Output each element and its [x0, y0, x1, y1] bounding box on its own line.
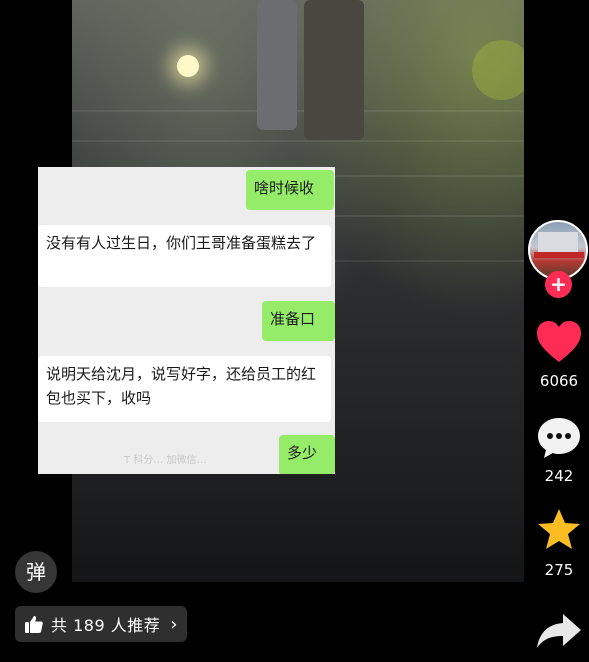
chevron-right-icon: › — [170, 613, 178, 635]
thumbs-up-icon — [25, 616, 43, 633]
watermark: T 科分… 加微信… — [124, 455, 207, 466]
favorite-count: 275 — [544, 561, 574, 579]
like-heart-icon[interactable] — [535, 318, 583, 366]
person-silhouette — [257, 0, 297, 130]
danmu-toggle-button[interactable]: 弹 — [15, 551, 57, 593]
comment-count: 242 — [544, 467, 574, 485]
bushes — [472, 40, 524, 100]
stair-line — [72, 110, 524, 112]
share-arrow-icon[interactable] — [535, 606, 583, 654]
chat-bubble-sent: 准备口 — [262, 301, 335, 341]
follow-button[interactable]: + — [545, 271, 572, 298]
like-count: 6066 — [539, 372, 579, 390]
recommend-label: 共 189 人推荐 — [51, 616, 161, 635]
recommend-button[interactable]: 共 189 人推荐 › — [15, 606, 187, 642]
stair-line — [72, 140, 524, 142]
chat-screenshot: 啥时候收 没有有人过生日，你们王哥准备蛋糕去了 准备口 说明天给沈月，说写好字，… — [38, 167, 335, 474]
chat-bubble-received: 没有有人过生日，你们王哥准备蛋糕去了 — [38, 225, 331, 287]
favorite-star-icon[interactable] — [535, 506, 583, 554]
comment-icon[interactable] — [535, 414, 583, 462]
chat-bubble-received: 说明天给沈月，说写好字，还给员工的红包也买下，收吗 — [38, 356, 331, 422]
chat-bubble-sent: 多少 — [279, 435, 335, 474]
lamp-light — [177, 55, 199, 77]
chat-bubble-sent: 啥时候收 — [246, 170, 334, 210]
avatar-sign — [534, 252, 584, 258]
person-silhouette — [304, 0, 364, 140]
